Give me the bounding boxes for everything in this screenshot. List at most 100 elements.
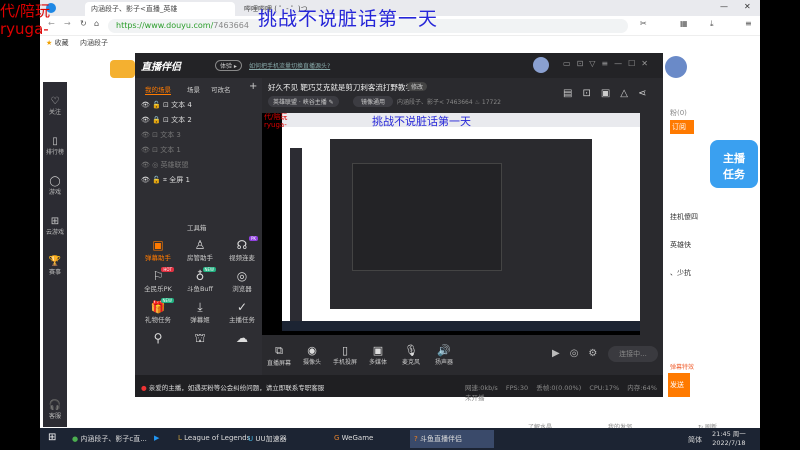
layer-item[interactable]: 👁 ⊡ 文本 1 xyxy=(141,145,181,155)
category-button[interactable]: 英雄联盟 · 峡谷主播 ✎ xyxy=(268,96,339,107)
clock[interactable]: 21:45 周一 2022/7/18 xyxy=(712,430,746,448)
douyu-sidebar: ♡ 关注 ▯ 排行榜 ◯ 游戏 ⊞ 云游戏 🏆 赛事 🎧 客服 xyxy=(43,82,67,427)
layer-item[interactable]: 👁 ⊡ 文本 3 xyxy=(141,130,181,140)
bottom-tool-0[interactable]: ⧉ 直播屏幕 xyxy=(262,344,296,367)
taskbar-item[interactable]: ● 内涵段子、影子c直... xyxy=(68,430,148,448)
bookmark-item[interactable]: 内涵段子 xyxy=(80,38,108,48)
layer-item[interactable]: 👁 🔒 ⊡ 文本 2 xyxy=(141,115,192,125)
help-link[interactable]: 如何把手机流量切换直播源头? xyxy=(249,61,330,70)
tool-item[interactable]: ⚲ xyxy=(138,331,178,345)
layer-item[interactable]: 👁 🔓 ⊡ 文本 4 xyxy=(141,100,192,110)
scene-panel: 我的场景 场景 可改名 + 👁 🔓 ⊡ 文本 4 👁 🔒 ⊡ 文本 2 👁 ⊡ … xyxy=(135,78,262,375)
tab-douyu[interactable]: 内涵段子、影子<直播_英雄 xyxy=(85,2,235,16)
chat-panel: 粉(0) 订阅 主播任务 挂机傻四 英雄快 、少抗 弹幕特效 发送 我的发邻 了… xyxy=(528,60,758,431)
layer-item[interactable]: 👁 ◎ 英雄联盟 xyxy=(141,160,188,170)
bottom-tool-4[interactable]: 🎙 麦克风 xyxy=(394,344,428,366)
close-icon[interactable]: ✕ xyxy=(744,2,751,11)
tool-badge: NEW xyxy=(160,298,174,303)
app-title-bar: 直播伴侣 体验 ▸ 如何把手机流量切换直播源头? ▭⊡▽≡—☐✕ xyxy=(135,53,663,78)
tool-icon: ▣ xyxy=(152,238,164,252)
tab-rename[interactable]: 可改名 xyxy=(211,84,231,94)
menu-icon[interactable]: ≡ xyxy=(745,19,752,28)
tool-item[interactable]: ✓ 主播任务 xyxy=(222,300,262,324)
taskbar: ⊞ ● 内涵段子、影子c直... ▶ L League of Legends U U… xyxy=(40,428,760,450)
stream-stats: 网速:0kb/s FPS:30 丢帧:0(0.00%) CPU:17% 内存:6… xyxy=(465,384,657,402)
quality-button[interactable]: 镜像通用 xyxy=(353,96,394,107)
bookmark-favorites[interactable]: ★ 收藏 xyxy=(46,38,69,48)
taskbar-item[interactable]: ▶ xyxy=(150,430,172,448)
reload-icon[interactable]: ↻ xyxy=(80,19,87,28)
send-button[interactable]: 发送 xyxy=(668,373,690,397)
tool-item[interactable]: ♁ 斗鱼Buff NEW xyxy=(180,267,220,293)
app-icon: ● xyxy=(72,435,79,443)
windows-start-icon[interactable]: ⊞ xyxy=(48,432,56,443)
sidebar-item-games[interactable]: ◯ 游戏 xyxy=(43,176,67,196)
header-action-icons[interactable]: ▤⊡▣△⋖ xyxy=(563,88,656,99)
anchor-task-badge[interactable]: 主播 任务 xyxy=(710,140,758,188)
taskbar-item[interactable]: U UU加速器 xyxy=(244,430,328,448)
tool-item[interactable]: ▣ 弹幕助手 xyxy=(138,238,178,262)
bottom-tool-3[interactable]: ▣ 多媒体 xyxy=(361,344,395,366)
app-icon: G xyxy=(334,434,340,442)
version-badge[interactable]: 体验 ▸ xyxy=(215,60,242,71)
tool-item[interactable]: ◎ 浏览器 xyxy=(222,269,262,293)
tool-item[interactable]: ⤓ 弹幕姬 xyxy=(180,300,220,324)
tool-item[interactable]: ☁ xyxy=(222,331,262,345)
tool-icon: ⚲ xyxy=(153,331,163,345)
bottom-tool-2[interactable]: ▯ 手机投屏 xyxy=(328,344,362,366)
edit-title-button[interactable]: 修改 xyxy=(407,82,428,91)
stream-preview[interactable]: 挑战不说脏话第一天 代/陪玩 ryuga- xyxy=(262,113,640,335)
tool-item[interactable]: 🎁 礼物任务 NEW xyxy=(138,298,178,324)
sidebar-item-rank[interactable]: ▯ 排行榜 xyxy=(43,136,67,156)
status-bar: ● 亲爱的主播，如遇买粉等公会纠纷问题，请立即联系专职客服 网速:0kb/s F… xyxy=(135,375,663,402)
sidebar-item-cloud-games[interactable]: ⊞ 云游戏 xyxy=(43,216,67,236)
record-settings-icons[interactable]: ▶◎⚙ xyxy=(552,348,607,359)
tool-item[interactable]: ♙ 房管助手 xyxy=(180,238,220,262)
apps-icon[interactable]: ▦ xyxy=(680,19,688,28)
stream-title: 好久不见 靶巧艾克就是剪刀刺客流打野教学 xyxy=(268,83,413,92)
overlay-blue-text: 挑战不说脏话第一天 xyxy=(258,8,439,30)
bookmarks-bar: ★ 收藏 内涵段子 xyxy=(40,36,760,50)
preview-blue-text: 挑战不说脏话第一天 xyxy=(372,115,471,128)
forward-icon[interactable]: → xyxy=(64,19,71,28)
tool-icon: ⤓ xyxy=(197,300,203,314)
room-info: 内涵段子、影子< 7463664 ♨ 17722 xyxy=(397,99,501,106)
tool-item[interactable]: ☊ 视频连麦 PK xyxy=(222,236,262,262)
streaming-app-window: 直播伴侣 体验 ▸ 如何把手机流量切换直播源头? ▭⊡▽≡—☐✕ 我的场景 场景… xyxy=(135,53,663,402)
subscribe-button[interactable]: 订阅 xyxy=(670,120,694,134)
tool-badge: NEW xyxy=(202,267,216,272)
download-icon[interactable]: ⤓ xyxy=(710,19,714,29)
tool-badge: HOT xyxy=(161,267,174,272)
home-icon[interactable]: ⌂ xyxy=(94,19,99,28)
tool-item[interactable]: ⚐ 全民乐PK HOT xyxy=(138,267,178,293)
window-controls[interactable]: ▭⊡▽≡—☐✕ xyxy=(563,59,654,68)
add-scene-button[interactable]: + xyxy=(249,81,257,92)
bottom-tool-5[interactable]: 🔊 扬声器 xyxy=(427,344,461,366)
tool-icon: ⛫ xyxy=(194,331,206,345)
sidebar-item-support[interactable]: 🎧 客服 xyxy=(43,400,67,420)
tab-scene[interactable]: 场景 xyxy=(187,84,200,94)
chat-line: 挂机傻四 xyxy=(670,213,698,221)
start-stream-button[interactable]: 连接中... xyxy=(608,346,658,362)
douyu-logo xyxy=(110,60,135,78)
scissors-icon[interactable]: ✂ xyxy=(640,19,647,28)
app-avatar[interactable] xyxy=(533,57,549,73)
minimize-icon[interactable]: — xyxy=(720,2,728,11)
language-indicator[interactable]: 简体 xyxy=(688,435,702,445)
danmaku-effects[interactable]: 弹幕特效 xyxy=(670,362,694,371)
taskbar-item[interactable]: G WeGame xyxy=(330,430,408,448)
taskbar-item[interactable]: ? 斗鱼直播伴侣 xyxy=(410,430,494,448)
tool-icon: ✓ xyxy=(236,300,248,314)
notice-text: ● 亲爱的主播，如遇买粉等公会纠纷问题，请立即联系专职客服 xyxy=(141,384,325,392)
sidebar-item-follow[interactable]: ♡ 关注 xyxy=(43,96,67,116)
bottom-tool-1[interactable]: ◉ 摄像头 xyxy=(295,344,329,366)
tool-badge: PK xyxy=(248,236,258,241)
preview-red-text: 代/陪玩 ryuga- xyxy=(264,113,288,129)
taskbar-item[interactable]: L League of Legends xyxy=(174,430,250,448)
sidebar-item-esports[interactable]: 🏆 赛事 xyxy=(43,256,67,276)
tab-my-scene[interactable]: 我的场景 xyxy=(145,84,171,95)
layer-item[interactable]: 👁 🔓 ⌗ 全屏 1 xyxy=(141,175,190,185)
tool-icon: ◎ xyxy=(236,269,248,283)
tool-item[interactable]: ⛫ xyxy=(180,331,220,345)
bottom-toolbar: ⧉ 直播屏幕 ◉ 摄像头 ▯ 手机投屏 ▣ 多媒体 🎙 麦克风 🔊 扬声器 ▶◎⚙ 连接中... xyxy=(262,340,663,375)
